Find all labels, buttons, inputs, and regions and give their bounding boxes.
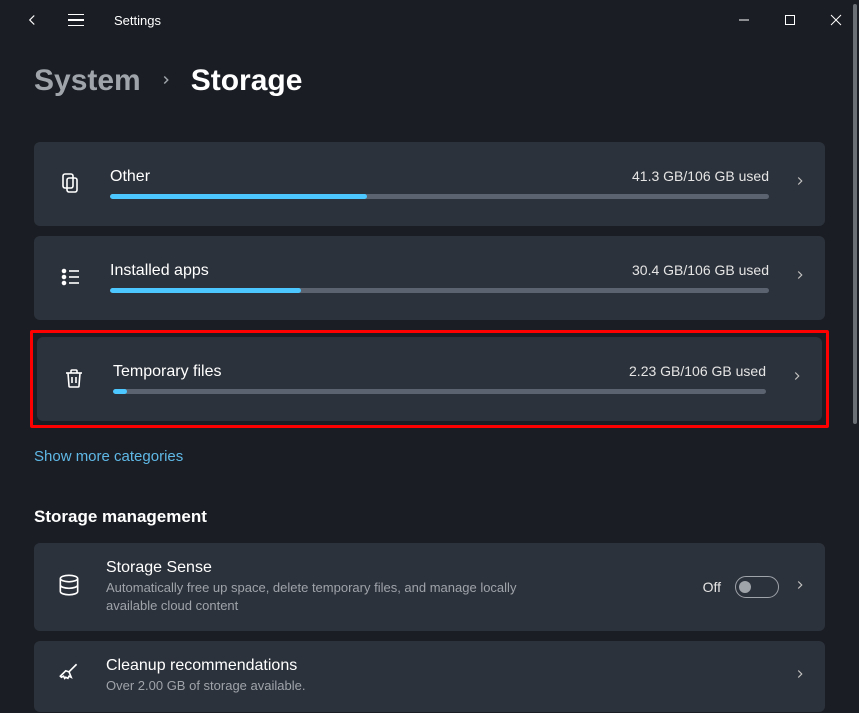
progress-fill [110,194,367,199]
back-button[interactable] [22,10,42,30]
window-controls [721,0,859,40]
storage-item-title: Other [110,168,150,186]
breadcrumb: System Storage [0,40,859,98]
storage-item-other[interactable]: Other 41.3 GB/106 GB used [34,142,825,226]
highlight-annotation: Temporary files 2.23 GB/106 GB used [30,330,829,428]
storage-sense-toggle-label: Off [703,579,721,595]
broom-icon [56,661,82,692]
titlebar: Settings [0,0,859,40]
storage-item-usage: 30.4 GB/106 GB used [632,262,769,278]
chevron-right-icon [793,578,807,597]
progress-bar [113,389,766,394]
show-more-categories-link[interactable]: Show more categories [34,448,183,465]
progress-fill [113,389,127,394]
chevron-right-icon [793,667,807,686]
storage-sense-desc: Automatically free up space, delete temp… [106,579,546,615]
maximize-button[interactable] [767,0,813,40]
chevron-right-icon [793,268,807,287]
cleanup-recommendations-card[interactable]: Cleanup recommendations Over 2.00 GB of … [34,641,825,711]
breadcrumb-parent[interactable]: System [34,64,141,98]
storage-item-usage: 2.23 GB/106 GB used [629,363,766,379]
other-icon [56,171,86,195]
chevron-right-icon [159,71,173,92]
storage-sense-toggle[interactable] [735,576,779,598]
storage-item-title: Temporary files [113,363,221,381]
scrollbar-thumb[interactable] [853,4,857,424]
cleanup-title: Cleanup recommendations [106,657,769,675]
trash-icon [59,366,89,390]
breadcrumb-current: Storage [191,64,303,98]
storage-management-heading: Storage management [34,507,825,527]
hamburger-menu-button[interactable] [68,10,88,30]
storage-item-installed-apps[interactable]: Installed apps 30.4 GB/106 GB used [34,236,825,320]
storage-item-temporary-files[interactable]: Temporary files 2.23 GB/106 GB used [37,337,822,421]
scrollbar[interactable] [849,0,859,713]
window-title: Settings [114,13,161,28]
apps-icon [56,265,86,289]
storage-sense-title: Storage Sense [106,559,679,577]
storage-item-title: Installed apps [110,262,209,280]
cleanup-desc: Over 2.00 GB of storage available. [106,677,546,695]
progress-bar [110,194,769,199]
progress-bar [110,288,769,293]
chevron-right-icon [793,174,807,193]
minimize-button[interactable] [721,0,767,40]
storage-sense-icon [56,572,82,603]
chevron-right-icon [790,369,804,388]
progress-fill [110,288,301,293]
storage-item-usage: 41.3 GB/106 GB used [632,168,769,184]
storage-sense-card[interactable]: Storage Sense Automatically free up spac… [34,543,825,631]
